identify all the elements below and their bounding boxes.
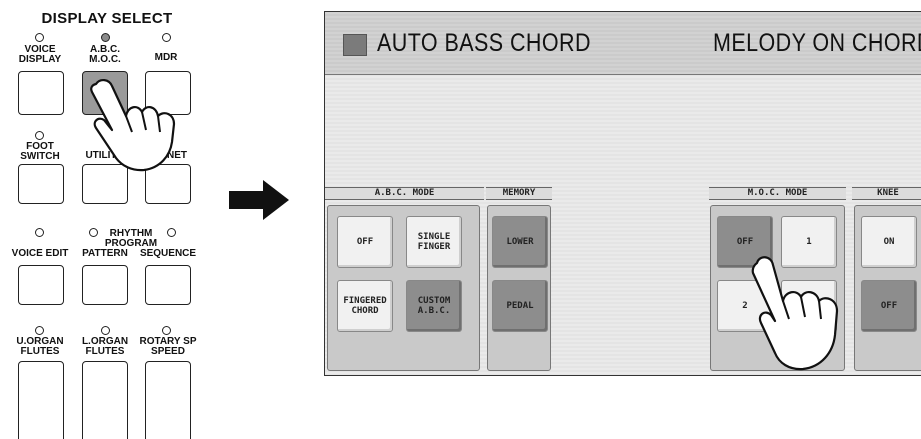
- rhythm-program-label: RHYTHM PROGRAM: [104, 228, 158, 249]
- memory-pedal-button[interactable]: PEDAL: [492, 280, 548, 332]
- knee-off-button[interactable]: OFF: [861, 280, 917, 332]
- rotary-sp-speed-led: [162, 326, 171, 335]
- foot-switch-led: [35, 131, 44, 140]
- abc-mode-label: A.B.C. MODE: [325, 187, 484, 200]
- mdr-label: MDR: [154, 52, 178, 63]
- memory-group: LOWER PEDAL: [487, 205, 551, 371]
- voice-display-led: [35, 33, 44, 42]
- mdr-led: [162, 33, 171, 42]
- foot-switch-label: FOOT SWITCH: [20, 141, 60, 162]
- display-screen: AUTO BASS CHORD MELODY ON CHORD A.B.C. M…: [324, 11, 921, 376]
- pointing-hand-icon: [751, 256, 839, 371]
- display-select-panel: DISPLAY SELECT VOICE DISPLAY A.B.C. M.O.…: [0, 0, 215, 439]
- screen-title-melody-on-chord: MELODY ON CHORD: [713, 29, 921, 57]
- abc-moc-led: [101, 33, 110, 42]
- knee-group: ON OFF: [854, 205, 921, 371]
- u-organ-flutes-button[interactable]: [18, 361, 64, 439]
- sequence-button[interactable]: [145, 265, 191, 305]
- rotary-sp-speed-button[interactable]: [145, 361, 191, 439]
- moc-mode-label: M.O.C. MODE: [709, 187, 846, 200]
- pattern-button[interactable]: [82, 265, 128, 305]
- foot-switch-button[interactable]: [18, 164, 64, 204]
- abc-mode-single-finger-button[interactable]: SINGLE FINGER: [406, 216, 462, 268]
- abc-mode-custom-abc-button[interactable]: CUSTOM A.B.C.: [406, 280, 462, 332]
- l-organ-flutes-led: [101, 326, 110, 335]
- voice-edit-button[interactable]: [18, 265, 64, 305]
- abc-moc-label: A.B.C. M.O.C.: [89, 44, 121, 65]
- rotary-sp-speed-label: ROTARY SP SPEED: [139, 336, 197, 357]
- screen-title-bar: AUTO BASS CHORD MELODY ON CHORD: [325, 12, 921, 75]
- screen-title-auto-bass-chord: AUTO BASS CHORD: [377, 29, 591, 57]
- knee-label: KNEE: [852, 187, 921, 200]
- voice-display-label: VOICE DISPLAY: [18, 44, 62, 65]
- title-color-swatch: [343, 34, 367, 56]
- panel-title: DISPLAY SELECT: [41, 10, 173, 27]
- u-organ-flutes-label: U.ORGAN FLUTES: [16, 336, 64, 357]
- memory-label: MEMORY: [486, 187, 552, 200]
- pointing-hand-icon: [90, 79, 176, 172]
- memory-lower-button[interactable]: LOWER: [492, 216, 548, 268]
- right-arrow-icon: [229, 180, 289, 220]
- knee-on-button[interactable]: ON: [861, 216, 917, 268]
- abc-mode-fingered-chord-button[interactable]: FINGERED CHORD: [337, 280, 393, 332]
- abc-mode-group: OFF SINGLE FINGER FINGERED CHORD CUSTOM …: [327, 205, 480, 371]
- abc-mode-off-button[interactable]: OFF: [337, 216, 393, 268]
- voice-edit-led: [35, 228, 44, 237]
- voice-edit-label: VOICE EDIT: [11, 248, 69, 259]
- voice-display-button[interactable]: [18, 71, 64, 115]
- u-organ-flutes-led: [35, 326, 44, 335]
- l-organ-flutes-button[interactable]: [82, 361, 128, 439]
- sequence-label: SEQUENCE: [139, 248, 197, 259]
